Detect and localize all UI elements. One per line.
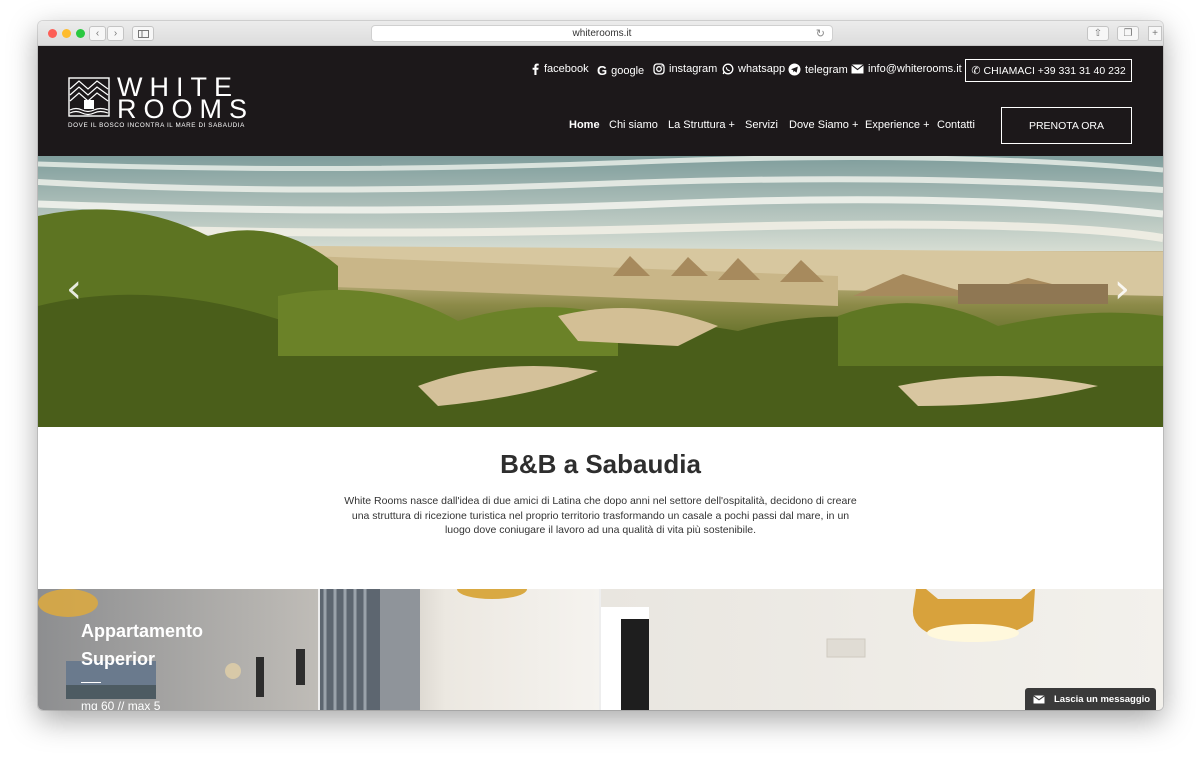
sidebar-toggle-icon[interactable] [132, 26, 154, 41]
nav-servizi[interactable]: Servizi [745, 119, 778, 131]
facebook-link[interactable]: facebook [530, 63, 589, 75]
browser-toolbar: ‹ › whiterooms.it ↻ ⇧ ❐ + [38, 21, 1163, 46]
browser-window: ‹ › whiterooms.it ↻ ⇧ ❐ + WHITE ROOMS DO… [38, 21, 1163, 710]
url-text: whiterooms.it [572, 28, 632, 39]
facebook-label: facebook [544, 63, 589, 75]
instagram-icon [653, 63, 665, 75]
room-meta: mq 60 // max 5 [81, 699, 161, 710]
google-link[interactable]: G google [597, 63, 644, 78]
whatsapp-link[interactable]: whatsapp [722, 63, 785, 75]
envelope-icon [851, 64, 864, 74]
telegram-link[interactable]: telegram [788, 63, 848, 76]
address-bar[interactable]: whiterooms.it ↻ [371, 25, 833, 42]
hero-beach-image [38, 156, 1163, 427]
intro-title: B&B a Sabaudia [500, 449, 701, 479]
slider-prev-arrow-icon[interactable]: ‹ [66, 266, 82, 312]
whatsapp-label: whatsapp [738, 63, 786, 75]
forward-button[interactable]: › [107, 26, 124, 41]
facebook-icon [532, 63, 539, 75]
reload-icon[interactable]: ↻ [816, 27, 825, 40]
call-label: CHIAMACI +39 331 31 40 232 [983, 64, 1126, 77]
telegram-label: telegram [805, 63, 848, 76]
logo-line-rooms: ROOMS [117, 94, 255, 124]
zoom-window-button[interactable] [76, 29, 85, 38]
hero-slider: ‹ › [38, 156, 1163, 427]
instagram-label: instagram [669, 63, 718, 75]
email-label: info@whiterooms.it [868, 63, 962, 75]
google-icon: G [597, 63, 608, 78]
back-button[interactable]: ‹ [89, 26, 106, 41]
call-button[interactable]: ✆ CHIAMACI +39 331 31 40 232 [965, 59, 1132, 82]
rooms-gallery: Appartamento Superior mq 60 // max 5 [38, 589, 1163, 710]
site-logo[interactable]: WHITE ROOMS DOVE IL BOSCO INCONTRA IL MA… [68, 74, 247, 134]
nav-home[interactable]: Home [569, 119, 600, 131]
share-icon[interactable]: ⇧ [1087, 26, 1109, 41]
slider-next-arrow-icon[interactable]: › [1114, 266, 1130, 312]
nav-dove-siamo[interactable]: Dove Siamo + [789, 119, 858, 131]
chat-widget-label: Lascia un messaggio [1054, 693, 1151, 705]
minimize-window-button[interactable] [62, 29, 71, 38]
phone-icon: ✆ [971, 64, 981, 77]
room-photo-curtain[interactable] [320, 589, 599, 710]
instagram-link[interactable]: instagram [653, 63, 717, 75]
room-card-superior[interactable]: Appartamento Superior mq 60 // max 5 [38, 589, 318, 710]
tabs-overview-icon[interactable]: ❐ [1117, 26, 1139, 41]
room-title-divider [81, 682, 101, 683]
telegram-icon [788, 63, 801, 76]
site-header: WHITE ROOMS DOVE IL BOSCO INCONTRA IL MA… [38, 46, 1163, 156]
curtain-image [320, 589, 527, 710]
google-label: google [611, 64, 645, 77]
nav-la-struttura[interactable]: La Struttura + [668, 119, 735, 131]
room-title: Appartamento Superior [81, 617, 203, 673]
intro-text: White Rooms nasce dall'idea di due amici… [344, 495, 857, 537]
chat-widget-button[interactable]: Lascia un messaggio [1025, 688, 1156, 710]
room-title-line1: Appartamento [81, 621, 204, 641]
email-link[interactable]: info@whiterooms.it [851, 63, 962, 75]
close-window-button[interactable] [48, 29, 57, 38]
whatsapp-icon [722, 63, 734, 75]
book-now-button[interactable]: PRENOTA ORA [1001, 107, 1132, 144]
logo-tagline: DOVE IL BOSCO INCONTRA IL MARE DI SABAUD… [68, 122, 245, 129]
nav-chi-siamo[interactable]: Chi siamo [609, 119, 658, 131]
intro-section: B&B a Sabaudia White Rooms nasce dall'id… [38, 427, 1163, 589]
nav-experience[interactable]: Experience + [865, 119, 930, 131]
envelope-icon [1033, 694, 1045, 703]
room-title-line2: Superior [81, 649, 156, 669]
logo-mark-icon [68, 77, 110, 117]
new-tab-button[interactable]: + [1148, 26, 1162, 41]
nav-contatti[interactable]: Contatti [937, 119, 975, 131]
